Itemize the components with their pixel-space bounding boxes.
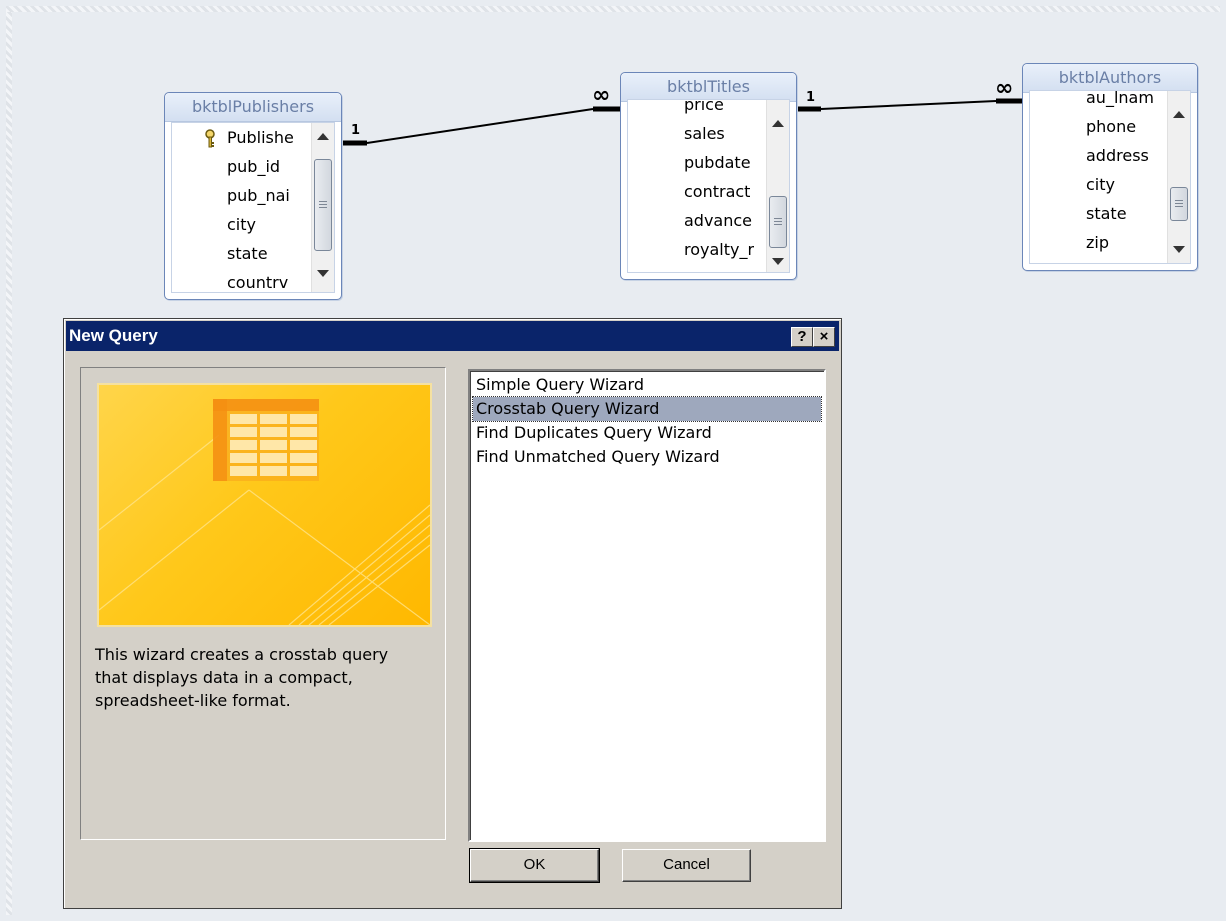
scroll-thumb[interactable] [1170, 187, 1188, 221]
vertical-scrollbar[interactable] [1167, 91, 1190, 263]
field-item[interactable]: pub_nai [227, 181, 290, 210]
list-item-simple-query-wizard[interactable]: Simple Query Wizard [473, 373, 821, 397]
field-item[interactable]: advance [684, 206, 752, 235]
relationship-line-publishers-titles [366, 108, 594, 144]
field-list[interactable]: Publishe pub_id pub_nai city state count… [171, 122, 335, 293]
field-item[interactable]: sales [684, 119, 725, 148]
relationships-canvas: 1 ∞ 1 ∞ bktblPublishers Publishe pub_id … [0, 0, 1226, 921]
table-title[interactable]: bktblTitles [621, 73, 796, 102]
field-item[interactable]: Publishe [227, 123, 294, 152]
table-box-publishers[interactable]: bktblPublishers Publishe pub_id pub_nai … [164, 92, 342, 300]
ok-button[interactable]: OK [469, 848, 600, 883]
close-button[interactable]: × [813, 327, 835, 347]
field-item[interactable]: city [227, 210, 256, 239]
field-item[interactable]: au_lnam [1086, 91, 1154, 112]
list-item-find-unmatched-query-wizard[interactable]: Find Unmatched Query Wizard [473, 445, 821, 469]
field-item[interactable]: price [684, 100, 724, 119]
field-item[interactable]: countrv [227, 268, 288, 292]
table-title[interactable]: bktblAuthors [1023, 64, 1197, 93]
field-item[interactable]: address [1086, 141, 1149, 170]
rel-label-many: ∞ [592, 83, 610, 108]
wizard-description: This wizard creates a crosstab query tha… [95, 645, 389, 710]
field-list[interactable]: au_lnam phone address city state zip [1029, 90, 1191, 264]
scroll-up-arrow-icon[interactable] [772, 120, 784, 127]
field-list[interactable]: price sales pubdate contract advance roy… [627, 99, 790, 273]
help-button[interactable]: ? [791, 327, 813, 347]
table-box-authors[interactable]: bktblAuthors au_lnam phone address city … [1022, 63, 1198, 271]
field-item[interactable]: pubdate [684, 148, 751, 177]
scroll-up-arrow-icon[interactable] [1173, 111, 1185, 118]
rel-label-many: ∞ [995, 76, 1013, 101]
cancel-button[interactable]: Cancel [622, 849, 751, 882]
field-item[interactable]: phone [1086, 112, 1136, 141]
scroll-down-arrow-icon[interactable] [1173, 246, 1185, 253]
dialog-titlebar[interactable]: New Query ? × [66, 321, 839, 351]
list-item-crosstab-query-wizard[interactable]: Crosstab Query Wizard [472, 396, 822, 422]
scroll-down-arrow-icon[interactable] [317, 270, 329, 277]
primary-key-icon [202, 129, 218, 149]
field-item[interactable]: pub_id [227, 152, 280, 181]
new-query-dialog[interactable]: New Query ? × This wizard creates a cros… [63, 318, 842, 909]
field-item[interactable]: royalty_r [684, 235, 754, 264]
dialog-title: New Query [69, 326, 158, 345]
table-box-titles[interactable]: bktblTitles price sales pubdate contract… [620, 72, 797, 280]
field-item[interactable]: zip [1086, 228, 1109, 257]
rel-label-one: 1 [806, 90, 815, 105]
field-item[interactable]: state [1086, 199, 1127, 228]
rel-label-one: 1 [351, 123, 360, 138]
field-item[interactable]: city [1086, 170, 1115, 199]
field-item[interactable]: contract [684, 177, 750, 206]
table-title[interactable]: bktblPublishers [165, 93, 341, 122]
field-item[interactable]: state [227, 239, 268, 268]
vertical-scrollbar[interactable] [766, 100, 789, 272]
scroll-thumb[interactable] [769, 196, 787, 248]
scroll-down-arrow-icon[interactable] [772, 258, 784, 265]
relationship-line-titles-authors [820, 100, 997, 110]
crosstab-illustration-icon [99, 399, 430, 625]
crosstab-preview-image [97, 383, 432, 627]
scroll-thumb[interactable] [314, 159, 332, 251]
wizard-list[interactable]: Simple Query Wizard Crosstab Query Wizar… [468, 369, 826, 842]
list-item-find-duplicates-query-wizard[interactable]: Find Duplicates Query Wizard [473, 421, 821, 445]
wizard-preview-panel: This wizard creates a crosstab query tha… [80, 367, 446, 840]
vertical-scrollbar[interactable] [311, 123, 334, 292]
scroll-up-arrow-icon[interactable] [317, 133, 329, 140]
